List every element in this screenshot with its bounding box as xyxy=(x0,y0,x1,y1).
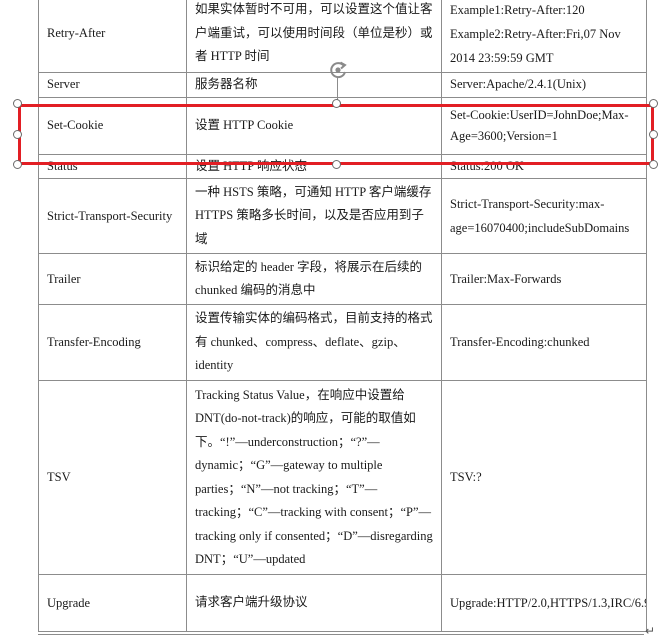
http-headers-table: Retry-After 如果实体暂时不可用，可以设置这个值让客户端重试，可以使用… xyxy=(38,0,647,632)
table-row: Status 设置 HTTP 响应状态 Status:200 OK xyxy=(38,153,647,179)
header-name-cell[interactable]: Set-Cookie xyxy=(38,96,187,155)
table-row: Trailer 标识给定的 header 字段，将展示在后续的 chunked … xyxy=(38,253,647,305)
example-cell[interactable]: Transfer-Encoding:chunked xyxy=(441,304,647,381)
example-cell[interactable]: Strict-Transport-Security:max-age=160704… xyxy=(441,178,647,254)
header-name-cell[interactable]: TSV xyxy=(38,380,187,575)
header-name-cell[interactable]: Strict-Transport-Security xyxy=(38,178,187,254)
table-row: Strict-Transport-Security 一种 HSTS 策略，可通知… xyxy=(38,178,647,254)
header-name-cell[interactable]: Trailer xyxy=(38,253,187,305)
header-name-cell[interactable]: Transfer-Encoding xyxy=(38,304,187,381)
description-cell[interactable]: 如果实体暂时不可用，可以设置这个值让客户端重试，可以使用时间段（单位是秒）或者 … xyxy=(186,0,442,73)
table-row: Transfer-Encoding 设置传输实体的编码格式，目前支持的格式有 c… xyxy=(38,304,647,381)
description-cell[interactable]: 服务器名称 xyxy=(186,72,442,98)
description-cell[interactable]: 设置传输实体的编码格式，目前支持的格式有 chunked、compress、de… xyxy=(186,304,442,381)
example-cell[interactable]: Trailer:Max-Forwards xyxy=(441,253,647,305)
example-cell[interactable]: Set-Cookie:UserID=JohnDoe;Max-Age=3600;V… xyxy=(441,96,647,155)
header-name-cell[interactable]: Retry-After xyxy=(38,0,187,73)
table-row: Upgrade 请求客户端升级协议 Upgrade:HTTP/2.0,HTTPS… xyxy=(38,574,647,632)
header-name-cell[interactable]: Upgrade xyxy=(38,574,187,632)
rotate-handle-stem xyxy=(337,78,338,100)
table-row-selected: Set-Cookie 设置 HTTP Cookie Set-Cookie:Use… xyxy=(38,96,647,155)
description-cell[interactable]: 一种 HSTS 策略，可通知 HTTP 客户端缓存 HTTPS 策略多长时间，以… xyxy=(186,178,442,254)
resize-handle-right[interactable] xyxy=(649,130,658,139)
paragraph-mark-icon: ↵ xyxy=(645,624,656,638)
description-cell[interactable]: 设置 HTTP 响应状态 xyxy=(186,153,442,179)
document-page: Retry-After 如果实体暂时不可用，可以设置这个值让客户端重试，可以使用… xyxy=(0,0,664,642)
example-cell[interactable]: Upgrade:HTTP/2.0,HTTPS/1.3,IRC/6.9,RTA/x… xyxy=(441,574,647,632)
header-name-cell[interactable]: Status xyxy=(38,153,187,179)
example-cell[interactable]: Example1:Retry-After:120 Example2:Retry-… xyxy=(441,0,647,73)
example-cell[interactable]: Server:Apache/2.4.1(Unix) xyxy=(441,72,647,98)
description-cell[interactable]: Tracking Status Value，在响应中设置给 DNT(do-not… xyxy=(186,380,442,575)
header-name-cell[interactable]: Server xyxy=(38,72,187,98)
description-cell[interactable]: 请求客户端升级协议 xyxy=(186,574,442,632)
resize-handle-bottom-left[interactable] xyxy=(13,160,22,169)
resize-handle-top-left[interactable] xyxy=(13,99,22,108)
rotate-handle-icon[interactable] xyxy=(327,59,349,81)
resize-handle-top[interactable] xyxy=(332,99,341,108)
resize-handle-top-right[interactable] xyxy=(649,99,658,108)
table-bottom-line xyxy=(38,634,644,635)
example-cell[interactable]: Status:200 OK xyxy=(441,153,647,179)
example-cell[interactable]: TSV:? xyxy=(441,380,647,575)
resize-handle-bottom[interactable] xyxy=(332,160,341,169)
description-cell[interactable]: 设置 HTTP Cookie xyxy=(186,96,442,155)
table-row: TSV Tracking Status Value，在响应中设置给 DNT(do… xyxy=(38,380,647,575)
description-cell[interactable]: 标识给定的 header 字段，将展示在后续的 chunked 编码的消息中 xyxy=(186,253,442,305)
resize-handle-bottom-right[interactable] xyxy=(649,160,658,169)
resize-handle-left[interactable] xyxy=(13,130,22,139)
